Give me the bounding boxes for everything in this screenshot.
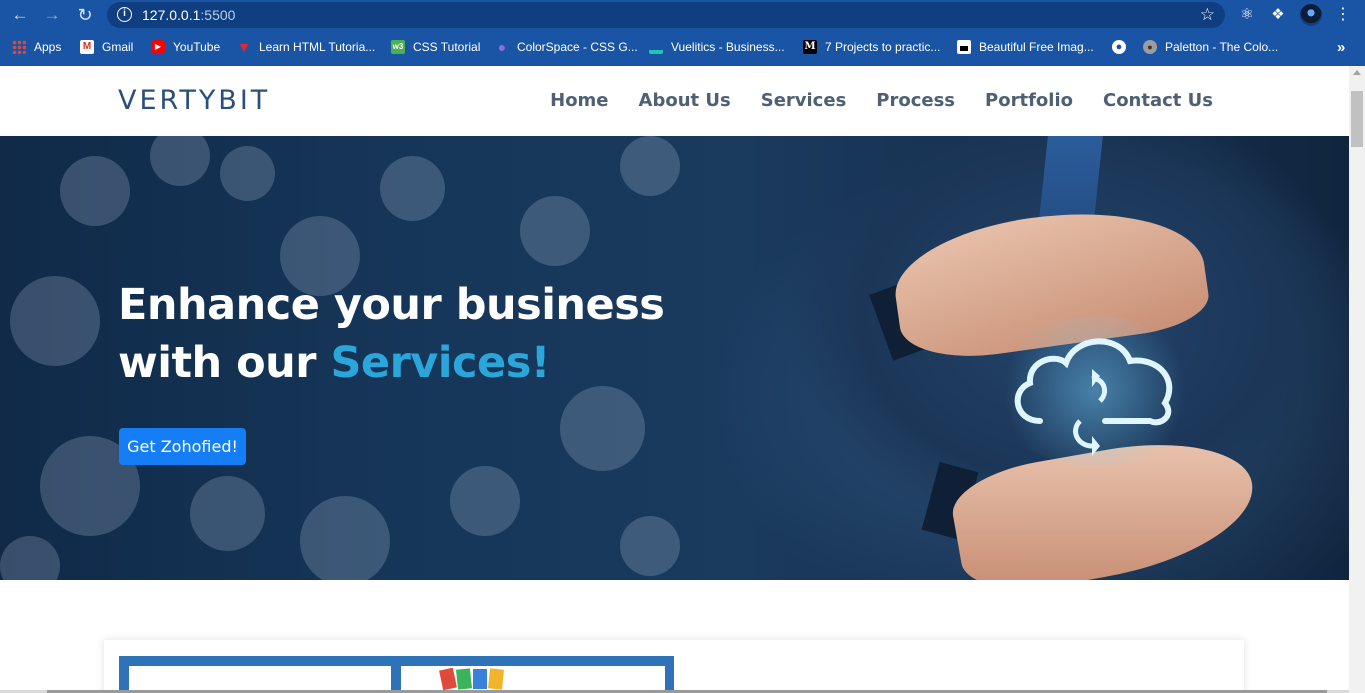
browser-chrome: ← → ↻ i 127.0.0.1:5500 ☆ ⚛ ❖ ⋮ Apps M Gm…	[0, 0, 1365, 66]
vuelitics-icon	[649, 40, 663, 54]
site-header: VERTYBIT Home About Us Services Process …	[0, 66, 1349, 136]
apps-grid-icon	[12, 40, 26, 54]
forward-arrow-icon[interactable]: →	[41, 4, 63, 26]
youtube-icon: ▶	[151, 40, 165, 54]
page-viewport: VERTYBIT Home About Us Services Process …	[0, 66, 1349, 693]
bookmark-label: Gmail	[102, 40, 134, 54]
bookmark-apps[interactable]: Apps	[12, 35, 61, 59]
back-arrow-icon[interactable]: ←	[9, 4, 31, 26]
bookmark-unsplash[interactable]: Beautiful Free Imag...	[957, 35, 1094, 59]
colorspace-icon: ●	[497, 39, 507, 55]
hero-title-accent: Services!	[330, 338, 550, 388]
gmail-icon: M	[80, 40, 94, 54]
scroll-up-arrow-icon[interactable]	[1353, 70, 1361, 75]
url-host: 127.0.0.1	[142, 7, 201, 23]
page-scrollbar[interactable]	[1349, 66, 1365, 693]
kebab-menu-icon[interactable]: ⋮	[1333, 5, 1353, 25]
bookmark-label: Vuelitics - Business...	[671, 40, 785, 54]
globe-icon: ●	[1112, 40, 1126, 54]
bookmarks-more-button[interactable]: »	[1337, 35, 1345, 59]
paletton-icon: ●	[1143, 40, 1157, 54]
nav-home[interactable]: Home	[550, 90, 608, 111]
hero-title-line1: Enhance your business	[118, 280, 665, 330]
w3-icon: w3	[391, 40, 405, 54]
url-text[interactable]: 127.0.0.1:5500	[142, 7, 235, 23]
nav-services[interactable]: Services	[761, 90, 847, 111]
browser-toolbar: ← → ↻ i 127.0.0.1:5500 ☆ ⚛ ❖ ⋮	[0, 0, 1365, 31]
bookmark-label: Paletton - The Colo...	[1165, 40, 1279, 54]
url-port: :5500	[200, 7, 236, 23]
star-icon[interactable]: ☆	[1200, 5, 1215, 25]
bookmark-youtube[interactable]: ▶ YouTube	[151, 35, 220, 59]
get-zohofied-button[interactable]: Get Zohofied!	[119, 428, 246, 465]
reload-icon[interactable]: ↻	[74, 4, 96, 26]
bookmark-globe[interactable]: ●	[1112, 35, 1134, 59]
nav-process[interactable]: Process	[876, 90, 955, 111]
nav-portfolio[interactable]: Portfolio	[985, 90, 1073, 111]
bookmark-vuelitics[interactable]: Vuelitics - Business...	[649, 35, 785, 59]
bookmark-7-projects[interactable]: M 7 Projects to practic...	[803, 35, 940, 59]
bookmarks-bar: Apps M Gmail ▶ YouTube ▼ Learn HTML Tuto…	[0, 35, 1365, 59]
card-image	[119, 656, 674, 693]
bookmark-paletton[interactable]: ● Paletton - The Colo...	[1143, 35, 1278, 59]
bookmark-label: YouTube	[173, 40, 221, 54]
site-logo[interactable]: VERTYBIT	[118, 85, 270, 116]
bookmark-label: Learn HTML Tutoria...	[259, 40, 376, 54]
site-nav: Home About Us Services Process Portfolio…	[550, 90, 1213, 111]
bookmark-css-tutorial[interactable]: w3 CSS Tutorial	[391, 35, 480, 59]
bookmark-gmail[interactable]: M Gmail	[80, 35, 133, 59]
address-bar[interactable]: i 127.0.0.1:5500 ☆	[107, 2, 1225, 28]
bookmark-learn-html[interactable]: ▼ Learn HTML Tutoria...	[237, 35, 375, 59]
hero-title: Enhance your business with our Services!	[118, 276, 665, 392]
puzzle-icon[interactable]: ❖	[1268, 5, 1288, 25]
bookmark-label: Beautiful Free Imag...	[979, 40, 1094, 54]
bookmark-label: Apps	[34, 40, 62, 54]
hero-title-line2: with our	[118, 338, 331, 388]
nav-about-us[interactable]: About Us	[639, 90, 731, 111]
bookmark-colorspace[interactable]: ● ColorSpace - CSS G...	[495, 35, 638, 59]
info-icon[interactable]: i	[117, 7, 132, 22]
bookmark-label: ColorSpace - CSS G...	[517, 40, 638, 54]
v-icon: ▼	[237, 39, 251, 55]
bookmark-label: 7 Projects to practic...	[825, 40, 941, 54]
unsplash-icon	[957, 40, 971, 54]
services-card	[104, 640, 1244, 693]
react-icon[interactable]: ⚛	[1237, 5, 1257, 25]
profile-avatar[interactable]	[1300, 4, 1322, 26]
hero-banner: Enhance your business with our Services!…	[0, 136, 1349, 580]
bookmark-label: CSS Tutorial	[413, 40, 481, 54]
medium-icon: M	[803, 40, 817, 54]
nav-contact-us[interactable]: Contact Us	[1103, 90, 1213, 111]
cloud-sync-icon	[1014, 338, 1173, 456]
scrollbar-thumb[interactable]	[1351, 91, 1363, 147]
